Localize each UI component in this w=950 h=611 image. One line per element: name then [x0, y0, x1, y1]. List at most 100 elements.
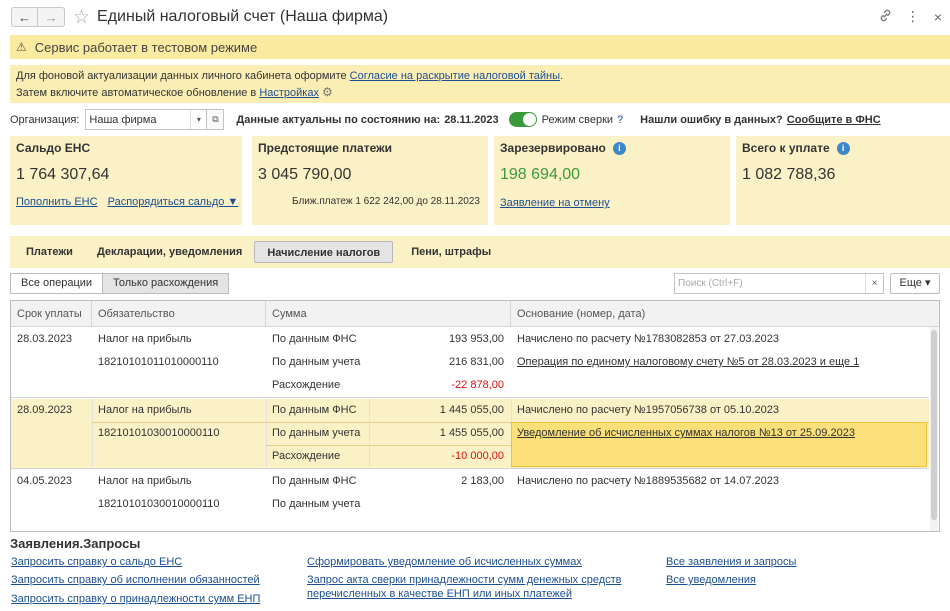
- error-question-text: Нашли ошибку в данных?: [640, 113, 783, 126]
- all-operations-button[interactable]: Все операции: [10, 273, 104, 294]
- table-scrollbar[interactable]: [930, 327, 938, 531]
- total-due-card: Всего к уплате i 1 082 788,36: [736, 136, 950, 225]
- amount: 193 953,00: [448, 333, 504, 345]
- tab-tax-accruals[interactable]: Начисление налогов: [254, 241, 394, 263]
- consent-link[interactable]: Согласие на раскрытие налоговой тайны: [350, 70, 560, 82]
- organization-select[interactable]: Наша фирма ▾: [85, 109, 208, 130]
- help-icon[interactable]: ?: [617, 114, 623, 126]
- data-date-label: Данные актуальны по состоянию на:: [236, 113, 441, 126]
- table-header: Срок уплаты Обязательство Сумма Основани…: [11, 301, 939, 327]
- saldo-title: Сальдо ЕНС: [16, 141, 91, 155]
- info-line-2: Затем включите автоматическое обновление…: [16, 84, 944, 101]
- amount: 1 445 055,00: [439, 404, 504, 416]
- upcoming-value: 3 045 790,00: [258, 166, 352, 183]
- request-obligations-certificate-link[interactable]: Запросить справку об исполнении обязанно…: [11, 573, 260, 587]
- organization-label: Организация:: [10, 113, 80, 126]
- request-enp-ownership-link[interactable]: Запросить справку о принадлежности сумм …: [11, 592, 260, 606]
- gear-icon[interactable]: ⚙: [322, 85, 333, 99]
- close-icon[interactable]: ×: [934, 9, 942, 25]
- info-icon[interactable]: i: [836, 141, 850, 155]
- info-line-2-text: Затем включите автоматическое обновление…: [16, 87, 260, 99]
- warning-icon: ⚠: [16, 40, 27, 54]
- reserved-title-row: Зарезервировано i: [500, 141, 724, 155]
- reconcile-mode-label: Режим сверки: [541, 113, 614, 126]
- info-line-1-text: Для фоновой актуализации данных личного …: [16, 70, 350, 82]
- requests-title: Заявления.Запросы: [10, 536, 141, 551]
- search-input[interactable]: Поиск (Ctrl+F) ×: [674, 273, 884, 294]
- filter-row: Все операции Только расхождения Поиск (C…: [10, 273, 940, 295]
- favorite-star-icon[interactable]: ☆: [73, 8, 90, 27]
- basis-link[interactable]: Уведомление об исчисленных суммах налого…: [517, 422, 855, 445]
- request-reconciliation-link[interactable]: Запрос акта сверки принадлежности сумм д…: [307, 573, 622, 587]
- reserved-value: 198 694,00: [500, 166, 581, 183]
- col-amount[interactable]: Сумма: [266, 301, 511, 327]
- tab-bar: Платежи Декларации, уведомления Начислен…: [10, 236, 950, 268]
- settings-link[interactable]: Настройках: [259, 87, 319, 99]
- table-row-group[interactable]: 28.03.2023 Налог на прибыль 182101010110…: [11, 328, 929, 398]
- organization-value: Наша фирма: [89, 113, 157, 126]
- tab-penalties[interactable]: Пени, штрафы: [399, 241, 503, 263]
- total-value: 1 082 788,36: [742, 166, 836, 183]
- search-placeholder: Поиск (Ctrl+F): [678, 278, 743, 289]
- discrepancy-amount: -10 000,00: [451, 450, 504, 462]
- tab-declarations[interactable]: Декларации, уведомления: [85, 241, 254, 263]
- more-menu-icon[interactable]: ⋮: [906, 8, 920, 25]
- request-reconciliation-link-line-2[interactable]: перечисленных в качестве ЕНП или иных пл…: [307, 587, 572, 601]
- total-title: Всего к уплате: [742, 141, 830, 155]
- link-icon[interactable]: [879, 9, 892, 25]
- accruals-table: Срок уплаты Обязательство Сумма Основани…: [10, 300, 940, 532]
- all-requests-link[interactable]: Все заявления и запросы: [666, 555, 796, 569]
- forward-button[interactable]: →: [38, 7, 65, 27]
- tab-payments[interactable]: Платежи: [14, 241, 85, 263]
- kbk-code: 18210101030010000110: [98, 498, 220, 510]
- nearest-payment-note: Ближ.платеж 1 622 242,00 до 28.11.2023: [292, 196, 480, 207]
- title-bar: ← → ☆ Единый налоговый счет (Наша фирма)…: [0, 0, 950, 34]
- col-obligation[interactable]: Обязательство: [92, 301, 266, 327]
- all-notifications-link[interactable]: Все уведомления: [666, 573, 756, 587]
- top-up-ens-link[interactable]: Пополнить ЕНС: [16, 196, 98, 208]
- open-organization-button[interactable]: ⧉: [207, 109, 225, 130]
- basis: Начислено по расчету №1783082853 от 27.0…: [517, 333, 779, 345]
- row-label: По данным ФНС: [272, 404, 357, 416]
- amount: 1 455 055,00: [439, 427, 504, 439]
- organization-row: Организация: Наша фирма ▾ ⧉ Данные актуа…: [10, 109, 940, 130]
- kbk-code: 18210101030010000110: [98, 427, 220, 439]
- discrepancy-amount: -22 878,00: [451, 379, 504, 391]
- only-discrepancies-button[interactable]: Только расхождения: [103, 273, 230, 294]
- report-fns-link[interactable]: Сообщите в ФНС: [787, 114, 881, 126]
- row-label: По данным учета: [272, 356, 361, 368]
- col-basis[interactable]: Основание (номер, дата): [511, 301, 939, 327]
- create-notification-link[interactable]: Сформировать уведомление об исчисленных …: [307, 555, 582, 569]
- chevron-down-icon[interactable]: ▾: [190, 110, 206, 129]
- request-saldo-certificate-link[interactable]: Запросить справку о сальдо ЕНС: [11, 555, 182, 569]
- table-row-group-selected[interactable]: 28.09.2023 Налог на прибыль 182101010300…: [11, 399, 929, 469]
- row-label: По данным ФНС: [272, 333, 357, 345]
- window-title: Единый налоговый счет (Наша фирма): [97, 8, 389, 25]
- column-divider: [369, 399, 370, 469]
- saldo-card: Сальдо ЕНС 1 764 307,64 Пополнить ЕНС Ра…: [10, 136, 242, 225]
- back-button[interactable]: ←: [11, 7, 38, 27]
- table-row-group[interactable]: 04.05.2023 Налог на прибыль 182101010300…: [11, 470, 929, 531]
- total-title-row: Всего к уплате i: [742, 141, 944, 155]
- amount: 2 183,00: [461, 475, 504, 487]
- back-arrow-icon: ←: [18, 9, 31, 25]
- info-line-1: Для фоновой актуализации данных личного …: [16, 68, 944, 84]
- amount: 216 831,00: [448, 356, 504, 368]
- reconcile-mode-toggle[interactable]: [508, 112, 537, 127]
- data-date-value: 28.11.2023: [444, 113, 499, 126]
- info-icon[interactable]: i: [612, 141, 626, 155]
- forward-arrow-icon: →: [44, 9, 58, 25]
- reserved-title: Зарезервировано: [500, 141, 606, 155]
- scrollbar-thumb[interactable]: [931, 330, 937, 520]
- cancel-request-link[interactable]: Заявление на отмену: [500, 197, 610, 209]
- due-date: 28.09.2023: [17, 404, 73, 416]
- basis-link[interactable]: Операция по единому налоговому счету №5 …: [517, 351, 859, 374]
- due-date: 04.05.2023: [17, 475, 73, 487]
- clear-icon[interactable]: ×: [865, 274, 883, 293]
- col-due-date[interactable]: Срок уплаты: [11, 301, 92, 327]
- column-divider: [266, 399, 267, 469]
- basis: Начислено по расчету №1889535682 от 14.0…: [517, 475, 779, 487]
- more-button[interactable]: Еще ▾: [890, 273, 940, 294]
- manage-saldo-link[interactable]: Распорядиться сальдо ▼: [108, 196, 239, 208]
- tax-name: Налог на прибыль: [98, 404, 192, 416]
